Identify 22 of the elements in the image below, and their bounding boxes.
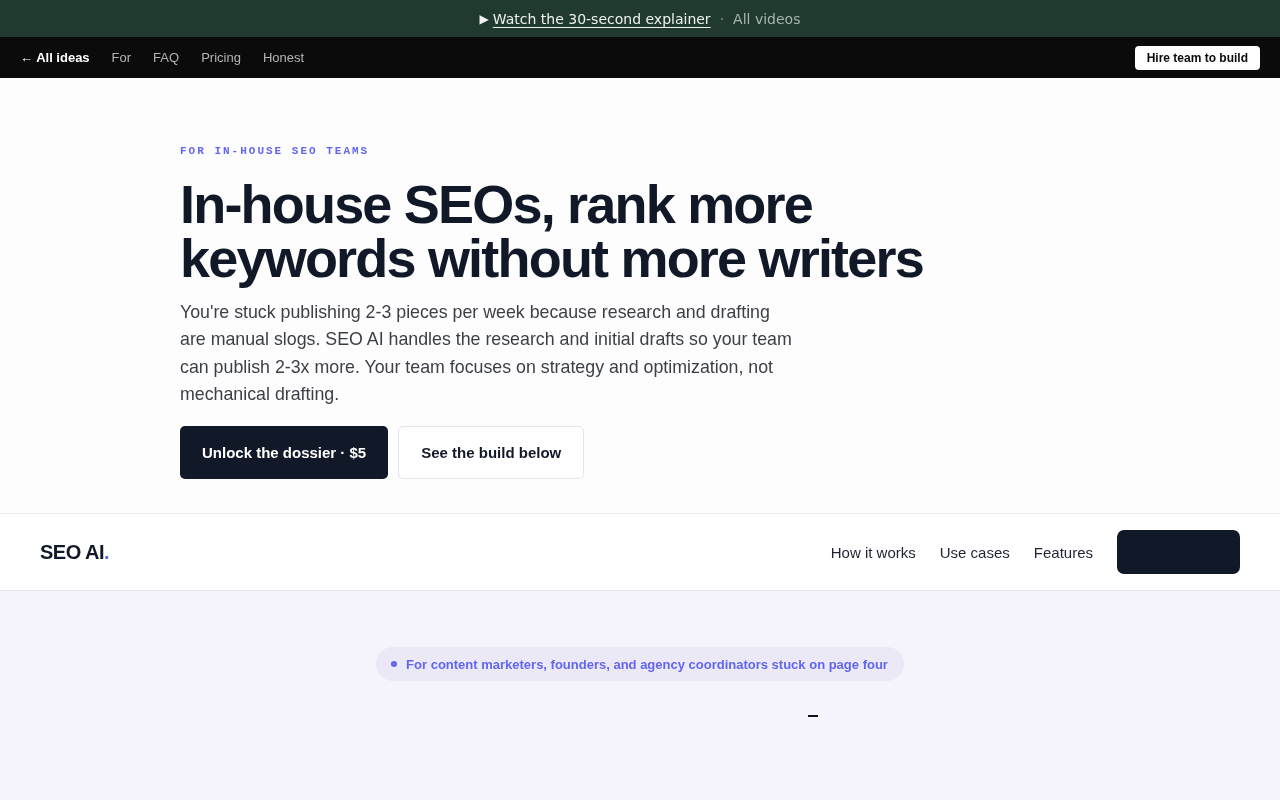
status-dot-icon xyxy=(391,661,398,667)
see-build-button[interactable]: See the build below xyxy=(398,426,585,480)
nav-link[interactable]: Use cases xyxy=(939,543,1010,561)
separator-dot: · xyxy=(719,10,725,27)
nav-link[interactable]: How it works xyxy=(830,543,916,561)
hero-description: You're stuck publishing 2-3 pieces per week because research and drafting are manual slogs. SEO AI handles the research and initial drafts so your team can publish 2-3x more. Your team focuses on strategy and optimization, not mechanical drafting. xyxy=(180,301,793,406)
audience-text: For content marketers, founders, and agency coordinators stuck on page four xyxy=(406,656,888,672)
nav-link[interactable]: For xyxy=(111,50,132,65)
cta-button[interactable] xyxy=(1117,530,1240,574)
nav-link[interactable]: Honest xyxy=(262,50,305,65)
nav-link[interactable]: FAQ xyxy=(153,50,180,65)
nav-link[interactable]: Features xyxy=(1033,543,1093,561)
all-ideas-link[interactable]: ← All ideas xyxy=(20,50,90,65)
play-icon: ▶ xyxy=(479,11,489,26)
hire-team-button[interactable]: Hire team to build xyxy=(1134,45,1260,70)
eyebrow-label: FOR IN-HOUSE SEO TEAMS xyxy=(180,144,370,158)
typing-cursor xyxy=(808,715,818,717)
logo[interactable]: SEO AI. xyxy=(40,540,110,564)
explainer-link[interactable]: Watch the 30-second explainer xyxy=(492,10,711,27)
all-videos-link[interactable]: All videos xyxy=(733,10,801,27)
nav-link[interactable]: Pricing xyxy=(201,50,241,65)
unlock-button[interactable]: Unlock the dossier · $5 xyxy=(180,426,389,480)
